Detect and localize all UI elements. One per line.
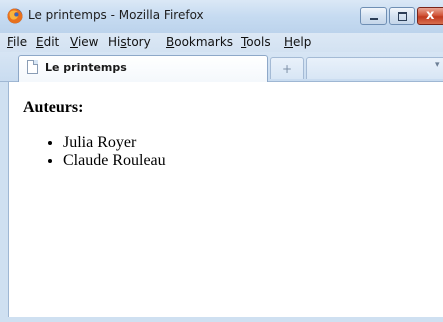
menu-tools[interactable]: Tools xyxy=(241,35,271,49)
new-tab-button[interactable]: + xyxy=(270,57,304,79)
close-icon: x xyxy=(426,8,435,23)
minimize-button[interactable] xyxy=(360,7,387,25)
browser-window: Le printemps - Mozilla Firefox x File Ed… xyxy=(0,0,443,322)
menu-edit[interactable]: Edit xyxy=(36,35,59,49)
tab-label: Le printemps xyxy=(45,61,127,74)
chevron-down-icon: ▾ xyxy=(435,60,440,70)
window-bottom-border xyxy=(0,317,443,322)
title-bar[interactable]: Le printemps - Mozilla Firefox x xyxy=(0,0,443,33)
page-icon xyxy=(27,60,38,74)
plus-icon: + xyxy=(281,62,293,76)
window-title: Le printemps - Mozilla Firefox xyxy=(28,8,204,22)
menu-bookmarks[interactable]: Bookmarks xyxy=(166,35,233,49)
close-button[interactable]: x xyxy=(417,7,443,25)
minimize-icon xyxy=(370,18,378,20)
tab-le-printemps[interactable]: Le printemps xyxy=(18,55,268,82)
list-item: Claude Rouleau xyxy=(63,152,166,170)
page-content: Auteurs: Julia Royer Claude Rouleau xyxy=(8,82,443,317)
maximize-button[interactable] xyxy=(389,7,415,25)
menu-file[interactable]: File xyxy=(7,35,27,49)
list-all-tabs-button[interactable]: ▾ xyxy=(306,57,443,79)
maximize-icon xyxy=(398,12,407,21)
menu-help[interactable]: Help xyxy=(284,35,311,49)
list-item: Julia Royer xyxy=(63,134,166,152)
tab-strip: Le printemps + ▾ xyxy=(0,52,443,82)
menu-bar: File Edit View History Bookmarks Tools H… xyxy=(0,33,443,52)
firefox-icon[interactable] xyxy=(7,8,23,24)
author-list: Julia Royer Claude Rouleau xyxy=(23,134,166,170)
page-heading: Auteurs: xyxy=(23,99,84,116)
menu-view[interactable]: View xyxy=(70,35,98,49)
menu-history[interactable]: History xyxy=(108,35,151,49)
